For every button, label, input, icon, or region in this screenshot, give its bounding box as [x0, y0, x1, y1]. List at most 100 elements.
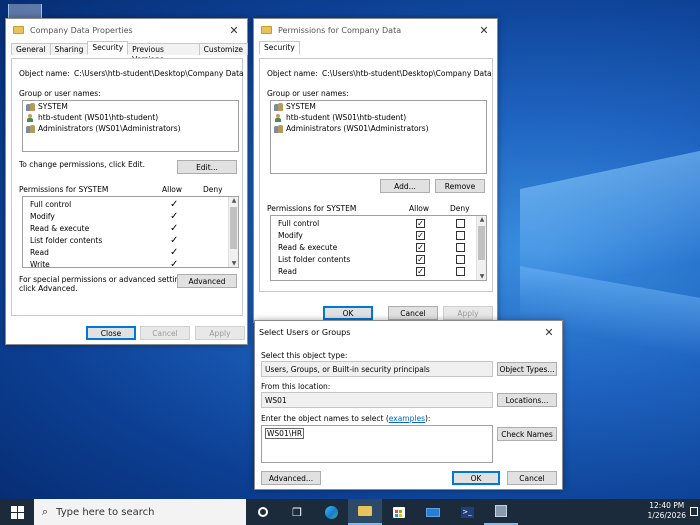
mail-icon[interactable]: [416, 499, 450, 525]
group-icon: [26, 102, 35, 111]
edit-button[interactable]: Edit...: [177, 160, 237, 174]
list-item[interactable]: SYSTEM: [23, 101, 238, 112]
deny-checkbox[interactable]: [456, 219, 465, 228]
search-icon: ⌕: [42, 505, 49, 518]
cancel-button[interactable]: Cancel: [140, 326, 190, 340]
allow-header: Allow: [409, 204, 430, 213]
scroll-up-icon[interactable]: ▲: [477, 216, 486, 223]
tab-sharing[interactable]: Sharing: [49, 43, 89, 55]
allow-checkbox[interactable]: ✓: [416, 231, 425, 240]
tab-previous-versions[interactable]: Previous Versions: [127, 43, 200, 64]
object-types-button[interactable]: Object Types...: [497, 362, 557, 376]
deny-checkbox[interactable]: [456, 255, 465, 264]
locations-button[interactable]: Locations...: [497, 393, 557, 407]
permissions-window: Permissions for Company Data ✕ Security …: [253, 18, 498, 323]
list-item[interactable]: htb-student (WS01\htb-student): [23, 112, 238, 123]
permissions-scrollbar[interactable]: ▲ ▼: [228, 197, 238, 267]
allow-checkmark: ✓: [170, 199, 179, 210]
group-user-list[interactable]: SYSTEM htb-student (WS01\htb-student) Ad…: [22, 100, 239, 152]
close-button[interactable]: Close: [86, 326, 136, 340]
enter-names-label: Enter the object names to select (exampl…: [261, 414, 431, 423]
location-label: From this location:: [261, 382, 331, 391]
store-icon[interactable]: [382, 499, 416, 525]
allow-checkbox[interactable]: ✓: [416, 219, 425, 228]
object-name-label: Object name:: [267, 69, 318, 78]
allow-checkmark: ✓: [170, 223, 179, 234]
group-icon: [26, 124, 35, 133]
ok-button[interactable]: OK: [323, 306, 373, 320]
table-row: Modify ✓: [30, 211, 179, 222]
object-type-label: Select this object type:: [261, 351, 348, 360]
permissions-scrollbar[interactable]: ▲ ▼: [476, 216, 486, 280]
remove-button[interactable]: Remove: [435, 179, 485, 193]
advanced-button[interactable]: Advanced...: [261, 471, 321, 485]
allow-checkbox[interactable]: ✓: [416, 267, 425, 276]
list-item[interactable]: htb-student (WS01\htb-student): [271, 112, 486, 123]
clock-time: 12:40 PM: [649, 501, 685, 510]
taskbar-clock[interactable]: 12:40 PM 1/26/2026: [648, 501, 686, 521]
start-button[interactable]: [0, 499, 34, 525]
properties-titlebar[interactable]: Company Data Properties ✕: [6, 19, 247, 41]
ok-button[interactable]: OK: [452, 471, 500, 485]
table-row: Read ✓: [271, 266, 486, 278]
permissions-for-label: Permissions for SYSTEM: [267, 204, 357, 213]
tab-customize[interactable]: Customize: [198, 43, 248, 55]
deny-checkbox[interactable]: [456, 231, 465, 240]
permissions-title: Permissions for Company Data: [278, 25, 402, 35]
object-names-input[interactable]: WS01\HR: [261, 425, 493, 463]
apply-button[interactable]: Apply: [443, 306, 493, 320]
close-icon[interactable]: ✕: [221, 24, 247, 37]
cancel-button[interactable]: Cancel: [507, 471, 557, 485]
scroll-up-icon[interactable]: ▲: [229, 197, 238, 204]
close-icon[interactable]: ✕: [471, 24, 497, 37]
cancel-button[interactable]: Cancel: [388, 306, 438, 320]
object-name-label: Object name:: [19, 69, 70, 78]
table-row: Modify ✓: [271, 230, 486, 242]
deny-checkbox[interactable]: [456, 267, 465, 276]
location-field: WS01: [261, 392, 493, 408]
advanced-button[interactable]: Advanced: [177, 274, 237, 288]
powershell-icon[interactable]: >_: [450, 499, 484, 525]
task-view-icon[interactable]: ❒: [280, 499, 314, 525]
tab-security[interactable]: Security: [87, 41, 129, 55]
edge-icon[interactable]: [314, 499, 348, 525]
table-row: List folder contents ✓: [30, 235, 179, 246]
cortana-icon[interactable]: [246, 499, 280, 525]
table-row: Read ✓: [30, 247, 179, 258]
tab-security[interactable]: Security: [259, 41, 300, 55]
folder-icon: [261, 26, 272, 34]
permissions-titlebar[interactable]: Permissions for Company Data ✕: [254, 19, 497, 41]
taskbar-search[interactable]: ⌕ Type here to search: [34, 499, 246, 525]
check-names-button[interactable]: Check Names: [497, 427, 557, 441]
list-item[interactable]: SYSTEM: [271, 101, 486, 112]
scroll-down-icon[interactable]: ▼: [229, 260, 238, 267]
properties-title: Company Data Properties: [30, 25, 133, 35]
select-users-titlebar[interactable]: Select Users or Groups ✕: [255, 321, 562, 343]
scrollbar-thumb[interactable]: [478, 226, 485, 260]
allow-checkbox[interactable]: ✓: [416, 243, 425, 252]
apply-button[interactable]: Apply: [195, 326, 245, 340]
server-manager-icon[interactable]: [484, 499, 518, 525]
taskbar: ⌕ Type here to search ❒ >_ 12:40 PM 1/26…: [0, 499, 700, 525]
group-user-list[interactable]: SYSTEM htb-student (WS01\htb-student) Ad…: [270, 100, 487, 174]
select-users-dialog: Select Users or Groups ✕ Select this obj…: [254, 320, 563, 490]
allow-checkbox[interactable]: ✓: [416, 255, 425, 264]
allow-checkmark: ✓: [170, 259, 179, 268]
list-item[interactable]: Administrators (WS01\Administrators): [271, 123, 486, 134]
table-row: Full control ✓: [30, 199, 179, 210]
deny-checkbox[interactable]: [456, 243, 465, 252]
table-row: Full control ✓: [271, 218, 486, 230]
scrollbar-thumb[interactable]: [230, 207, 237, 249]
table-row: List folder contents ✓: [271, 254, 486, 266]
examples-link[interactable]: examples: [389, 414, 425, 423]
scroll-down-icon[interactable]: ▼: [477, 273, 486, 280]
close-icon[interactable]: ✕: [536, 326, 562, 339]
file-explorer-icon[interactable]: [348, 499, 382, 525]
tab-general[interactable]: General: [11, 43, 51, 55]
object-name-value: C:\Users\htb-student\Desktop\Company Dat…: [322, 69, 492, 78]
allow-checkmark: ✓: [170, 235, 179, 246]
permissions-list: Full control ✓ Modify ✓ Read & execute ✓ Li…: [22, 196, 239, 268]
notification-icon[interactable]: [690, 507, 698, 516]
add-button[interactable]: Add...: [380, 179, 430, 193]
list-item[interactable]: Administrators (WS01\Administrators): [23, 123, 238, 134]
